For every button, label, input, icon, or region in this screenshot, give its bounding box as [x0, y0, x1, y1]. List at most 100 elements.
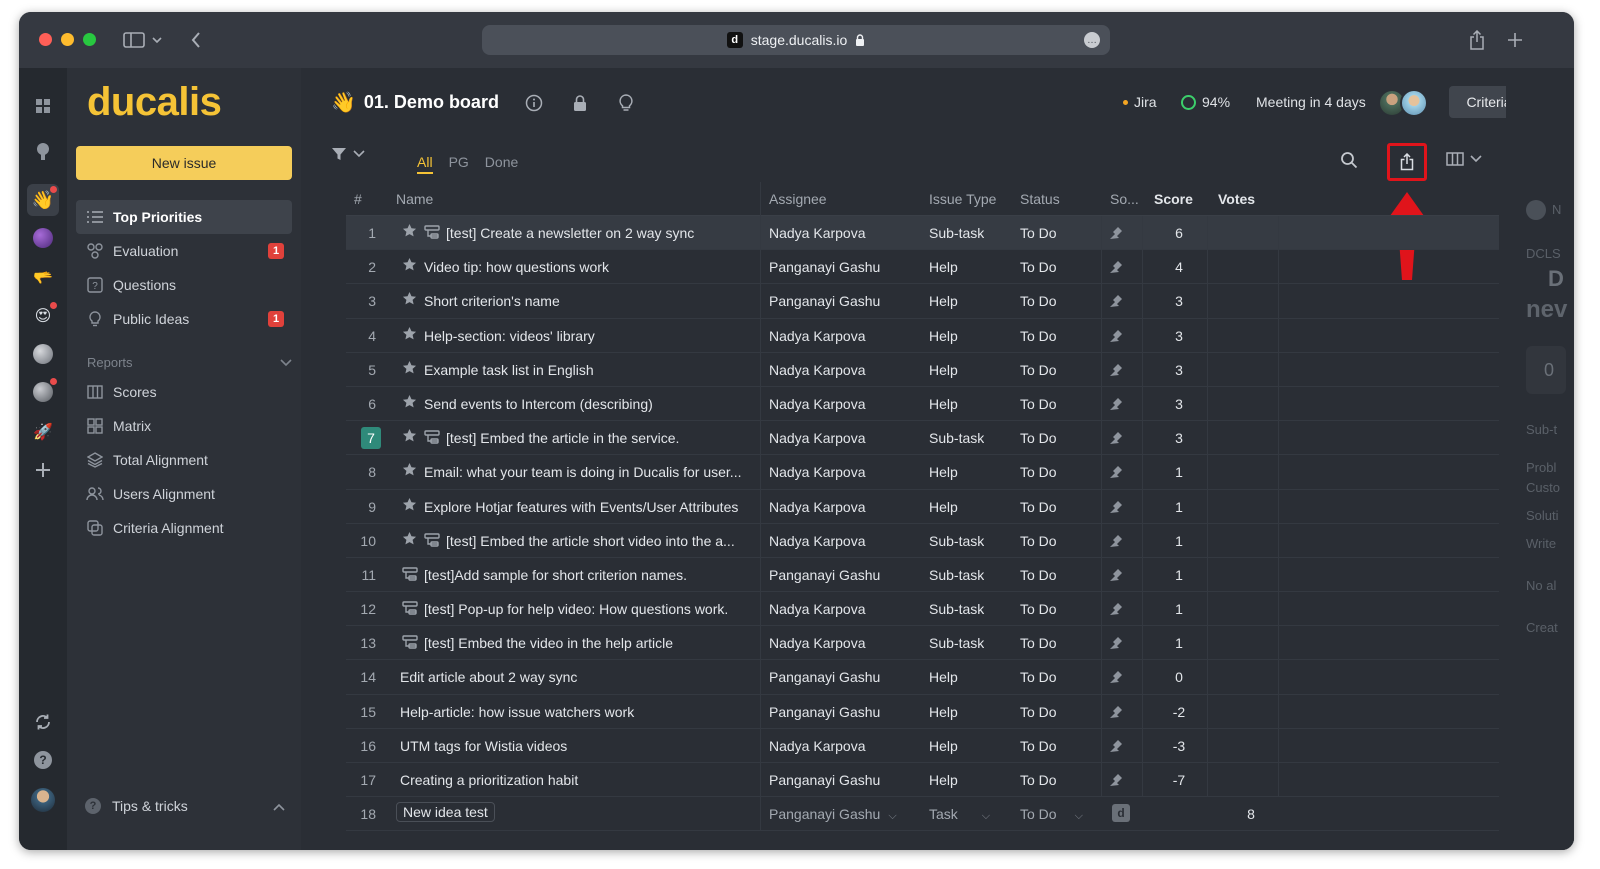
status[interactable]: To Do	[1020, 396, 1057, 412]
table-row[interactable]: 9 Explore Hotjar features with Events/Use…	[346, 490, 1499, 524]
board-grey-ball-icon[interactable]	[27, 338, 59, 370]
status[interactable]: To Do	[1020, 738, 1057, 754]
status[interactable]: To Do	[1020, 464, 1057, 480]
status[interactable]: To Do	[1020, 293, 1057, 309]
column-header-votes[interactable]: Votes	[1218, 191, 1255, 207]
sidebar-item-total-alignment[interactable]: Total Alignment	[76, 443, 292, 477]
ducalis-logo[interactable]: ducalis	[87, 80, 222, 125]
status[interactable]: To Do	[1020, 601, 1057, 617]
status[interactable]: To Do	[1020, 225, 1057, 241]
star-icon[interactable]	[402, 428, 417, 447]
table-row[interactable]: 12 [test] Pop-up for help video: How ques…	[346, 592, 1499, 627]
star-icon[interactable]	[402, 291, 417, 310]
table-row[interactable]: 11 [test]Add sample for short criterion n…	[346, 558, 1499, 593]
new-tab-icon[interactable]	[1500, 26, 1530, 54]
status[interactable]: To Do	[1020, 328, 1057, 344]
issue-name[interactable]: Explore Hotjar features with Events/User…	[424, 499, 756, 515]
board-rocket-icon[interactable]: 🚀	[27, 416, 59, 448]
user-avatar[interactable]	[27, 784, 59, 816]
assignee[interactable]: Nadya Karpova	[769, 499, 866, 515]
issue-name[interactable]: [test] Embed the article in the service.	[446, 430, 756, 446]
column-header-status[interactable]: Status	[1020, 191, 1060, 207]
sidebar-toggle-icon[interactable]	[119, 26, 149, 54]
issue-name[interactable]: Help-section: videos' library	[424, 328, 756, 344]
star-icon[interactable]	[402, 223, 417, 242]
star-icon[interactable]	[402, 257, 417, 276]
issue-type-select[interactable]: Task ⌵	[929, 806, 990, 823]
column-header-assignee[interactable]: Assignee	[769, 191, 827, 207]
table-row[interactable]: 5 Example task list in English Nadya Karpo…	[346, 353, 1499, 387]
issue-name[interactable]: Example task list in English	[424, 362, 756, 378]
sidebar-item-top-priorities[interactable]: Top Priorities	[76, 200, 292, 234]
column-header-issue-type[interactable]: Issue Type	[929, 191, 996, 207]
assignee[interactable]: Panganayi Gashu	[769, 259, 880, 275]
lightbulb-icon[interactable]	[615, 92, 637, 114]
star-icon[interactable]	[402, 462, 417, 481]
assignee[interactable]: Nadya Karpova	[769, 396, 866, 412]
new-issue-button[interactable]: New issue	[76, 146, 292, 180]
issue-name[interactable]: [test] Create a newsletter on 2 way sync	[446, 225, 756, 241]
new-idea-name-input[interactable]: New idea test	[396, 802, 495, 823]
issue-name[interactable]: Short criterion's name	[424, 293, 756, 309]
share-icon[interactable]	[1462, 26, 1492, 54]
lock-icon[interactable]	[569, 92, 591, 114]
search-icon[interactable]	[1340, 151, 1358, 172]
status[interactable]: To Do	[1020, 669, 1057, 685]
assignee[interactable]: Nadya Karpova	[769, 430, 866, 446]
zoom-window-button[interactable]	[83, 33, 96, 46]
address-bar[interactable]: d stage.ducalis.io …	[482, 25, 1110, 55]
table-row[interactable]: 15 Help-article: how issue watchers work P…	[346, 695, 1499, 729]
table-row[interactable]: 1 [test] Create a newsletter on 2 way syn…	[346, 216, 1499, 251]
export-button[interactable]	[1387, 143, 1427, 181]
assignee[interactable]: Nadya Karpova	[769, 601, 866, 617]
tab-all[interactable]: All	[417, 154, 433, 174]
lightbulb-icon[interactable]	[27, 136, 59, 168]
sync-icon[interactable]	[27, 706, 59, 738]
help-icon[interactable]: ?	[27, 744, 59, 776]
column-header-number[interactable]: #	[354, 191, 362, 207]
board-emoji-icon[interactable]: 😍	[27, 300, 59, 332]
assignee[interactable]: Nadya Karpova	[769, 464, 866, 480]
evaluation-progress[interactable]: 94%	[1181, 94, 1230, 110]
table-row[interactable]: 7 [test] Embed the article in the service…	[346, 421, 1499, 456]
team-avatars[interactable]	[1378, 87, 1434, 119]
table-row[interactable]: 16 UTM tags for Wistia videos Nadya Karpov…	[346, 729, 1499, 763]
sidebar-item-public-ideas[interactable]: Public Ideas 1	[76, 302, 292, 336]
assignee[interactable]: Panganayi Gashu	[769, 772, 880, 788]
status[interactable]: To Do	[1020, 430, 1057, 446]
issue-name[interactable]: [test] Embed the video in the help artic…	[424, 635, 756, 651]
new-row[interactable]: 18 New idea test Panganayi Gashu ⌵ Task ⌵ …	[346, 797, 1499, 832]
board-waving-hand-icon[interactable]: 👋	[27, 184, 59, 216]
star-icon[interactable]	[402, 531, 417, 550]
assignee[interactable]: Nadya Karpova	[769, 328, 866, 344]
issue-name[interactable]: [test] Pop-up for help video: How questi…	[424, 601, 756, 617]
issue-name[interactable]: UTM tags for Wistia videos	[400, 738, 756, 754]
issue-name[interactable]: Email: what your team is doing in Ducali…	[424, 464, 756, 480]
assignee[interactable]: Panganayi Gashu	[769, 669, 880, 685]
assignee[interactable]: Nadya Karpova	[769, 738, 866, 754]
board-silver-ball-icon[interactable]	[27, 376, 59, 408]
status[interactable]: To Do	[1020, 533, 1057, 549]
table-row[interactable]: 4 Help-section: videos' library Nadya Karp…	[346, 319, 1499, 353]
table-row[interactable]: 8 Email: what your team is doing in Ducal…	[346, 455, 1499, 490]
tab-done[interactable]: Done	[485, 154, 518, 174]
sidebar-item-questions[interactable]: ? Questions	[76, 268, 292, 302]
minimize-window-button[interactable]	[61, 33, 74, 46]
table-row[interactable]: 17 Creating a prioritization habit Pangana…	[346, 763, 1499, 798]
column-header-name[interactable]: Name	[396, 191, 433, 207]
issue-name[interactable]: Help-article: how issue watchers work	[400, 704, 756, 720]
assignee[interactable]: Nadya Karpova	[769, 635, 866, 651]
issue-name[interactable]: Creating a prioritization habit	[400, 772, 756, 788]
issue-name[interactable]: Edit article about 2 way sync	[400, 669, 756, 685]
assignee[interactable]: Nadya Karpova	[769, 533, 866, 549]
status[interactable]: To Do	[1020, 362, 1057, 378]
sidebar-item-criteria-alignment[interactable]: Criteria Alignment	[76, 511, 292, 545]
status[interactable]: To Do	[1020, 567, 1057, 583]
board-hand-icon[interactable]: 🫳	[27, 262, 59, 294]
table-row[interactable]: 2 Video tip: how questions work Panganayi …	[346, 250, 1499, 285]
assignee[interactable]: Panganayi Gashu	[769, 704, 880, 720]
assignee[interactable]: Panganayi Gashu	[769, 293, 880, 309]
page-options-icon[interactable]: …	[1084, 32, 1100, 48]
status[interactable]: To Do	[1020, 772, 1057, 788]
status[interactable]: To Do	[1020, 635, 1057, 651]
